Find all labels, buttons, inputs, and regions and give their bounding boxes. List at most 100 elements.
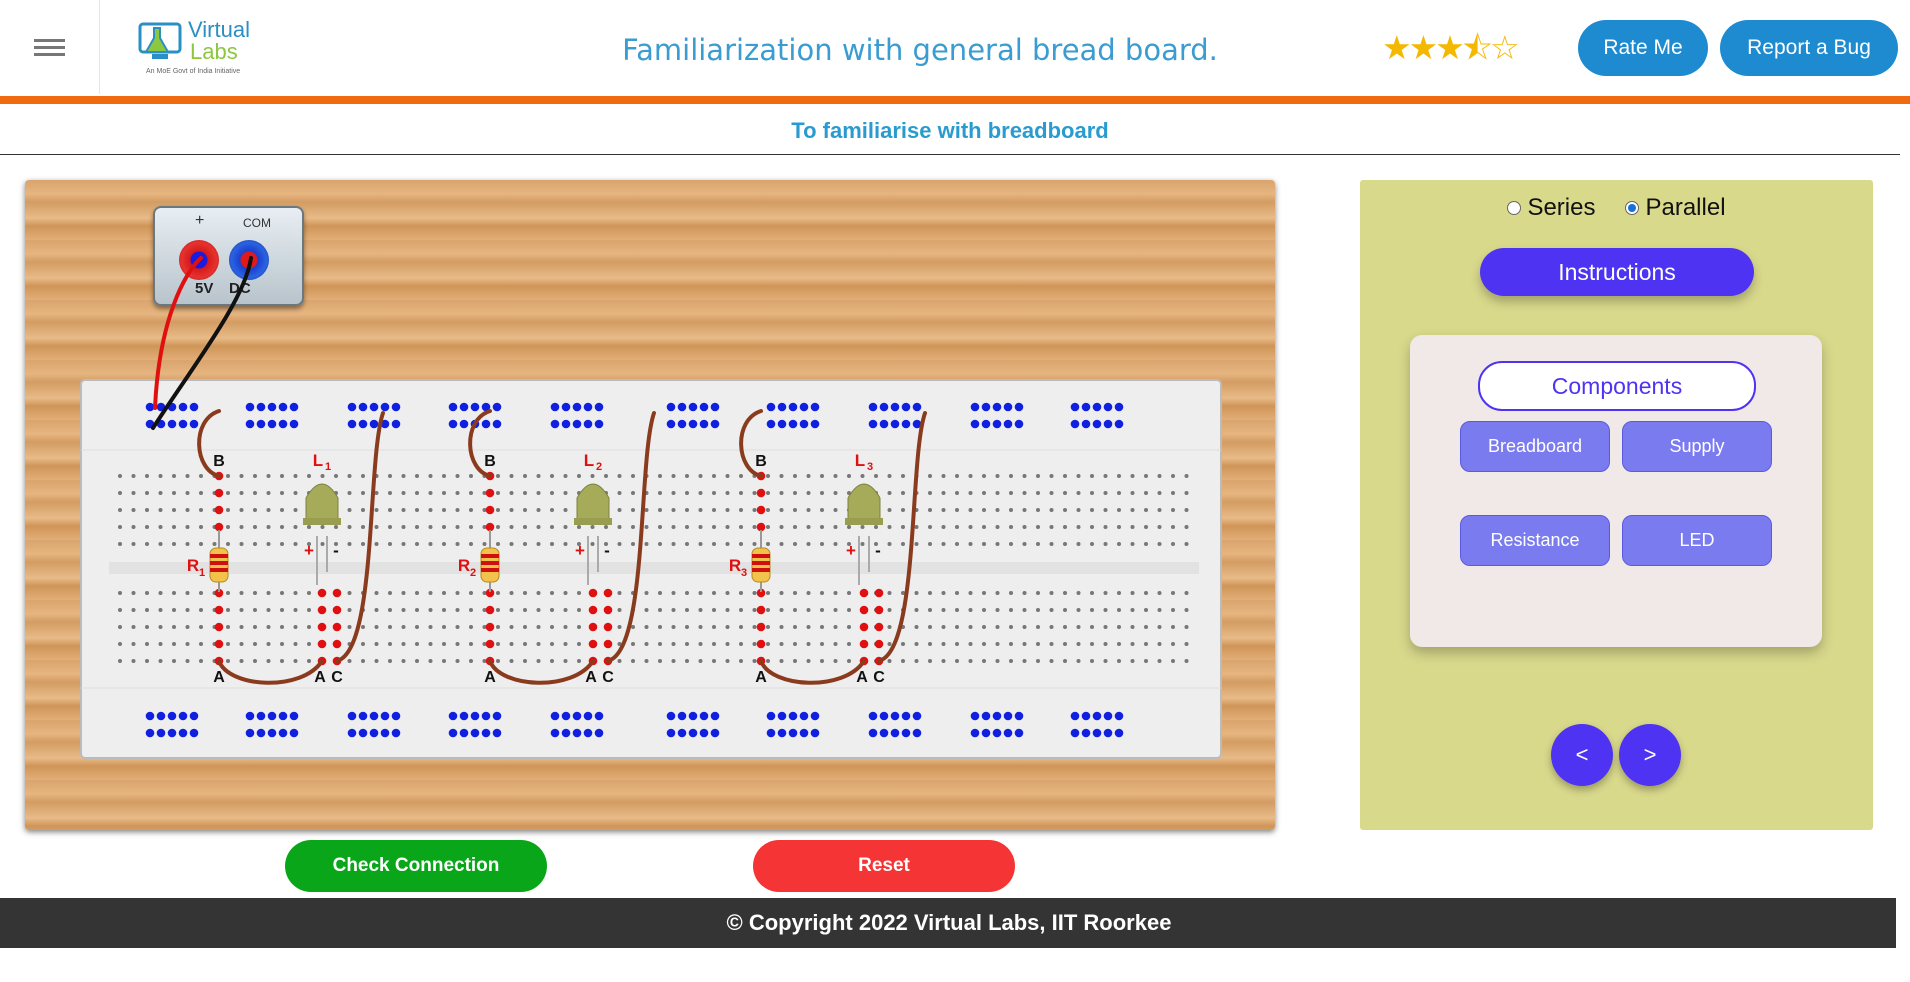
terminal-hole [145, 491, 149, 495]
control-panel: Series Parallel Instructions Components … [1360, 180, 1873, 830]
supply-button[interactable]: Supply [1622, 421, 1772, 472]
terminal-hole [887, 525, 892, 529]
logo-tagline: An MoE Govt of India Initiative [146, 68, 241, 75]
terminal-hole [1184, 591, 1189, 595]
terminal-hole [685, 659, 689, 663]
terminal-hole [766, 508, 770, 512]
terminal-hole [347, 591, 352, 595]
terminal-hole [266, 608, 271, 612]
resistor-label: R [729, 556, 741, 575]
terminal-hole [1130, 642, 1135, 646]
power-supply[interactable]: + COM 5V DC [153, 206, 304, 306]
star-full-icon[interactable]: ★ [1382, 29, 1412, 66]
star-empty-icon[interactable]: ☆ [1490, 29, 1520, 66]
resistance-button[interactable]: Resistance [1460, 515, 1610, 566]
terminal-hole [712, 608, 716, 612]
led-button[interactable]: LED [1622, 515, 1772, 566]
virtual-labs-logo[interactable]: Virtual Labs An MoE Govt of India Initia… [138, 16, 258, 82]
bottom-rail-hole [594, 711, 604, 721]
next-button[interactable]: > [1619, 724, 1681, 786]
terminal-hole [361, 525, 365, 529]
terminal-hole [847, 625, 851, 629]
terminal-hole [226, 659, 230, 663]
top-rail-hole [901, 419, 911, 429]
bottom-rail-hole [777, 711, 787, 721]
resistor-label-sub: 3 [741, 567, 747, 579]
top-rail-hole [1092, 419, 1102, 429]
terminal-hole [712, 542, 716, 546]
star-full-icon[interactable]: ★ [1409, 29, 1439, 66]
negative-terminal[interactable] [229, 240, 269, 280]
breadboard-button[interactable]: Breadboard [1460, 421, 1610, 472]
terminal-hole [239, 474, 244, 478]
terminal-hole [928, 525, 932, 529]
terminal-hole [374, 642, 379, 646]
terminal-hole [239, 542, 244, 546]
terminal-hole [1171, 608, 1175, 612]
terminal-hole [1009, 491, 1013, 495]
page-scrollbar[interactable] [1896, 490, 1910, 980]
top-rail-hole [710, 402, 720, 412]
terminal-hole [671, 525, 676, 529]
terminal-hole [1157, 642, 1162, 646]
terminal-hole [1184, 474, 1189, 478]
terminal-hole [644, 659, 649, 663]
terminal-hole [941, 525, 946, 529]
top-rail-hole [981, 402, 991, 412]
terminal-hole [739, 659, 743, 663]
led-rim [303, 518, 341, 525]
top-rail-hole [699, 402, 709, 412]
terminal-hole [1036, 474, 1040, 478]
terminal-hole [995, 625, 1000, 629]
terminal-hole [1090, 542, 1094, 546]
rate-me-button[interactable]: Rate Me [1578, 20, 1708, 76]
top-rail-hole [901, 402, 911, 412]
terminal-hole [1103, 474, 1108, 478]
mode-series-option[interactable]: Series [1507, 194, 1595, 222]
star-rating[interactable]: ★★★⯪☆ [1382, 24, 1520, 80]
top-rail-hole [459, 402, 469, 412]
top-rail-hole [256, 402, 266, 412]
terminal-hole [739, 591, 743, 595]
terminal-hole [1117, 491, 1121, 495]
terminal-hole [415, 491, 419, 495]
terminal-hole [469, 508, 473, 512]
mode-parallel-option[interactable]: Parallel [1625, 194, 1726, 222]
terminal-hole [347, 474, 352, 478]
reset-button[interactable]: Reset [753, 840, 1015, 892]
terminal-hole [631, 474, 635, 478]
terminal-hole [847, 474, 851, 478]
terminal-hole [1184, 625, 1189, 629]
radio-parallel[interactable] [1625, 201, 1640, 215]
instructions-button[interactable]: Instructions [1480, 248, 1754, 296]
top-rail-hole [879, 402, 889, 412]
terminal-hole [1144, 642, 1148, 646]
radio-series[interactable] [1507, 201, 1522, 215]
check-connection-button[interactable]: Check Connection [285, 840, 547, 892]
terminal-hole [995, 608, 1000, 612]
star-full-icon[interactable]: ★ [1435, 29, 1465, 66]
terminal-hole [509, 608, 514, 612]
terminal-hole [1157, 608, 1162, 612]
terminal-hole [1063, 491, 1067, 495]
terminal-hole [955, 491, 959, 495]
hamburger-menu-icon[interactable] [0, 0, 100, 94]
terminal-hole [1049, 508, 1054, 512]
terminal-hole [1157, 542, 1162, 546]
prev-button[interactable]: < [1551, 724, 1613, 786]
terminal-hole [415, 542, 419, 546]
terminal-hole [1009, 474, 1013, 478]
active-hole [603, 622, 613, 632]
terminal-hole [698, 642, 703, 646]
top-rail-hole [347, 419, 357, 429]
top-rail-hole [766, 402, 776, 412]
star-half-icon[interactable]: ⯪ [1462, 29, 1493, 66]
terminal-hole [496, 474, 500, 478]
terminal-hole [739, 474, 743, 478]
report-bug-button[interactable]: Report a Bug [1720, 20, 1898, 76]
positive-terminal[interactable] [179, 240, 219, 280]
top-rail-hole [810, 402, 820, 412]
terminal-hole [1130, 508, 1135, 512]
terminal-hole [928, 642, 932, 646]
top-rail-hole [1081, 402, 1091, 412]
